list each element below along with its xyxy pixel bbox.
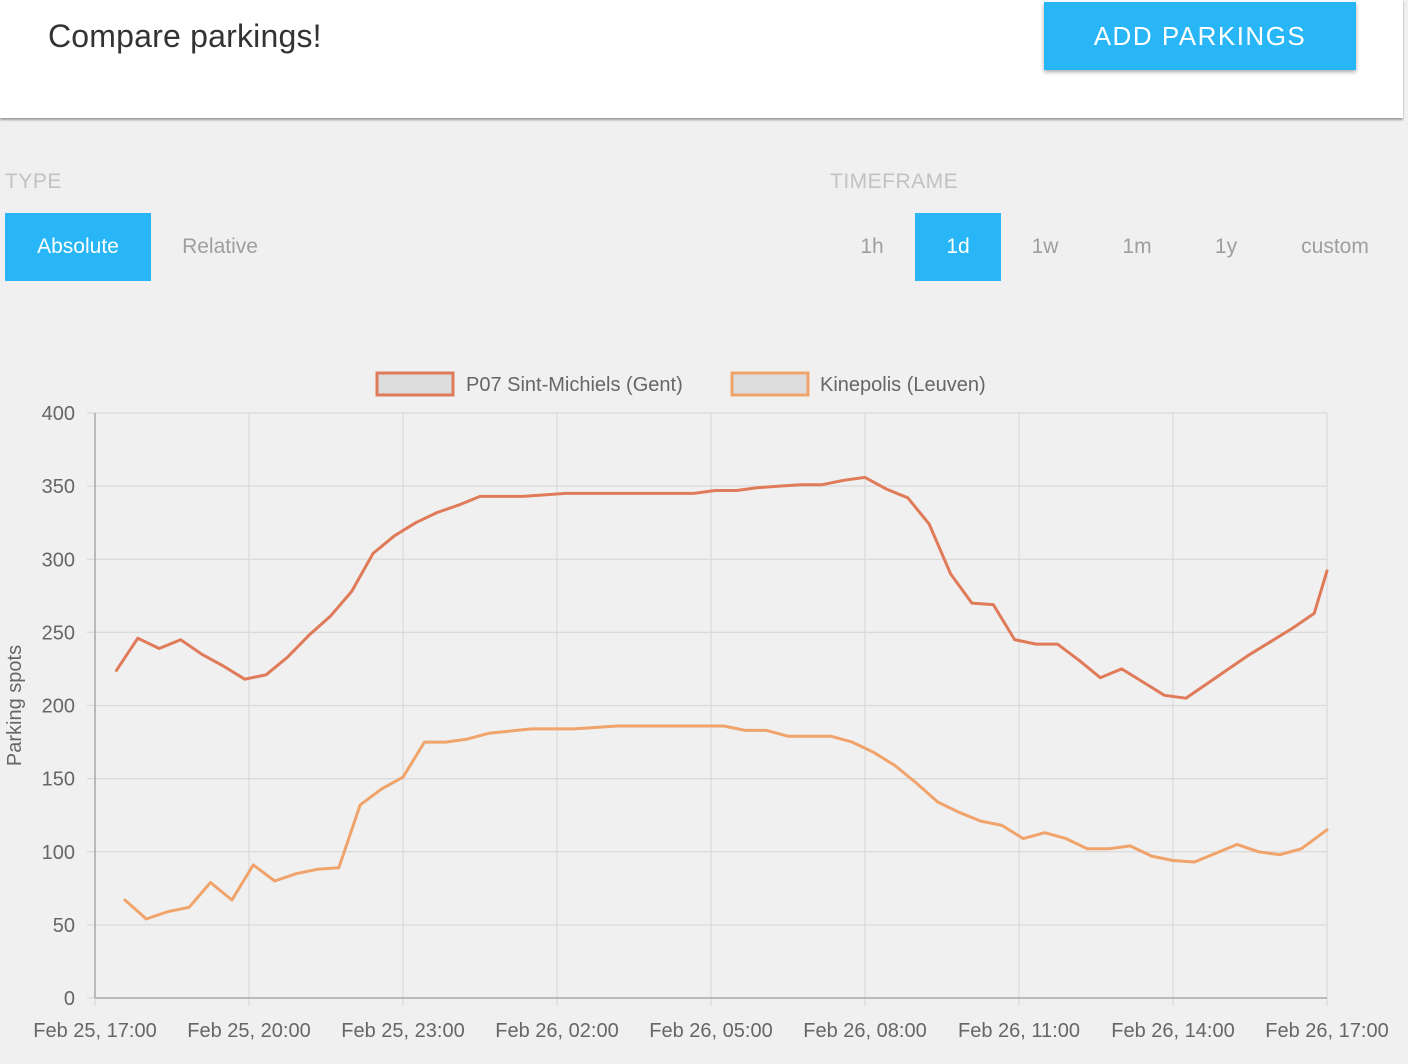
x-tick-label: Feb 25, 17:00 (33, 1020, 156, 1042)
y-tick-label: 300 (42, 549, 75, 571)
timeframe-1h-button[interactable]: 1h (829, 213, 915, 281)
y-tick-label: 50 (53, 915, 75, 937)
y-tick-label: 150 (42, 769, 75, 791)
x-tick-label: Feb 26, 14:00 (1111, 1020, 1234, 1042)
x-tick-label: Feb 26, 11:00 (958, 1020, 1080, 1042)
timeframe-1m-button[interactable]: 1m (1089, 213, 1185, 281)
series-line-2 (123, 724, 1329, 921)
legend-swatch-2 (730, 371, 810, 397)
legend-label-1: P07 Sint-Michiels (Gent) (466, 374, 683, 396)
add-parkings-button[interactable]: ADD PARKINGS (1044, 2, 1356, 70)
x-tick-label: Feb 25, 23:00 (341, 1020, 464, 1042)
y-tick-label: 200 (42, 696, 75, 718)
series-line-1 (114, 475, 1329, 700)
timeframe-1y-button[interactable]: 1y (1185, 213, 1267, 281)
x-tick-label: Feb 26, 05:00 (649, 1020, 772, 1042)
y-tick-label: 0 (64, 988, 75, 1010)
timeframe-1w-button[interactable]: 1w (1001, 213, 1089, 281)
y-tick-label: 100 (42, 842, 75, 864)
legend-label-2: Kinepolis (Leuven) (820, 374, 986, 396)
timeframe-1d-button[interactable]: 1d (915, 213, 1001, 281)
parking-line-chart: 0 50 100 150 200 250 300 350 400 Feb 25, 17:00 Feb… (4, 371, 1389, 1042)
x-tick-label: Feb 26, 17:00 (1265, 1020, 1388, 1042)
x-tick-label: Feb 25, 20:00 (187, 1020, 310, 1042)
type-relative-button[interactable]: Relative (151, 213, 289, 281)
timeframe-label: TIMEFRAME (830, 170, 959, 193)
header-card: Compare parkings! ADD PARKINGS (0, 0, 1403, 118)
y-axis-label: Parking spots (4, 645, 26, 766)
page-title: Compare parkings! (48, 18, 322, 54)
legend-swatch-1 (375, 371, 455, 397)
y-tick-label: 350 (42, 476, 75, 498)
timeframe-custom-button[interactable]: custom (1267, 213, 1403, 281)
type-label: TYPE (5, 170, 62, 193)
type-absolute-button[interactable]: Absolute (5, 213, 151, 281)
x-tick-label: Feb 26, 08:00 (803, 1020, 926, 1042)
y-tick-label: 250 (42, 622, 75, 644)
x-tick-label: Feb 26, 02:00 (495, 1020, 618, 1042)
y-tick-label: 400 (42, 403, 75, 425)
